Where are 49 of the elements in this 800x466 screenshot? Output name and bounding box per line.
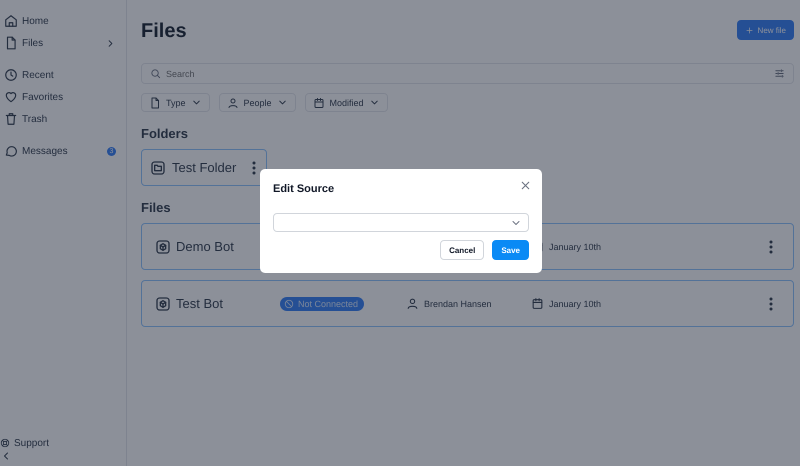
- search-bar[interactable]: Search: [141, 63, 794, 84]
- calendar-icon: [312, 96, 325, 108]
- file-row[interactable]: Test Bot Not Connected Brendan Hansen January 10th: [141, 280, 794, 327]
- chat-bubble-icon: [4, 144, 18, 158]
- home-icon: [4, 14, 18, 28]
- search-field[interactable]: Search: [166, 68, 769, 78]
- sidebar-item[interactable]: Trash: [0, 108, 126, 130]
- filter-dropdown[interactable]: Type: [141, 93, 210, 112]
- sidebar-item[interactable]: Recent: [0, 64, 126, 86]
- new-file-button[interactable]: New file: [736, 20, 794, 40]
- plus-icon: [744, 26, 754, 34]
- filter-dropdown[interactable]: Modified: [304, 93, 388, 112]
- file-name: Demo Bot: [176, 239, 234, 254]
- cube-icon: [155, 296, 171, 312]
- search-icon: [150, 68, 161, 79]
- dialog-title: Edit Source: [273, 183, 334, 197]
- calendar-icon: [531, 297, 544, 310]
- modified-date: January 10th: [549, 242, 602, 252]
- file-name: Test Bot: [176, 296, 223, 311]
- clock-icon: [4, 68, 18, 82]
- close-icon: [519, 179, 532, 192]
- sliders-icon: [774, 68, 785, 79]
- more-options-icon[interactable]: [769, 240, 773, 254]
- folder-icon: [150, 160, 166, 176]
- section-heading: Folders: [141, 126, 189, 141]
- lifebuoy-icon: [0, 438, 10, 448]
- save-button[interactable]: Save: [492, 240, 529, 260]
- heart-icon: [4, 90, 18, 104]
- sidebar-item[interactable]: Files: [0, 32, 126, 54]
- document-icon: [4, 36, 18, 50]
- more-options-icon[interactable]: [252, 160, 256, 174]
- cube-icon: [155, 238, 171, 254]
- cancel-button[interactable]: Cancel: [440, 240, 484, 260]
- person-icon: [406, 297, 419, 310]
- blocked-icon: [284, 298, 294, 308]
- section-heading: Files: [141, 200, 172, 215]
- document-icon: [149, 96, 161, 108]
- filter-dropdown[interactable]: People: [218, 93, 296, 112]
- person-icon: [226, 96, 239, 108]
- sidebar-item[interactable]: Support: [0, 436, 126, 450]
- sidebar-item[interactable]: Favorites: [0, 86, 126, 108]
- status-badge: Not Connected: [280, 296, 364, 310]
- trash-icon: [4, 112, 18, 126]
- more-options-icon[interactable]: [769, 296, 773, 310]
- sidebar-item[interactable]: Home: [0, 10, 126, 32]
- modified-date: January 10th: [549, 298, 602, 308]
- folder-card[interactable]: Test Folder: [141, 149, 267, 186]
- page-title: Files: [141, 20, 187, 43]
- owner-name: Brendan Hansen: [424, 298, 492, 308]
